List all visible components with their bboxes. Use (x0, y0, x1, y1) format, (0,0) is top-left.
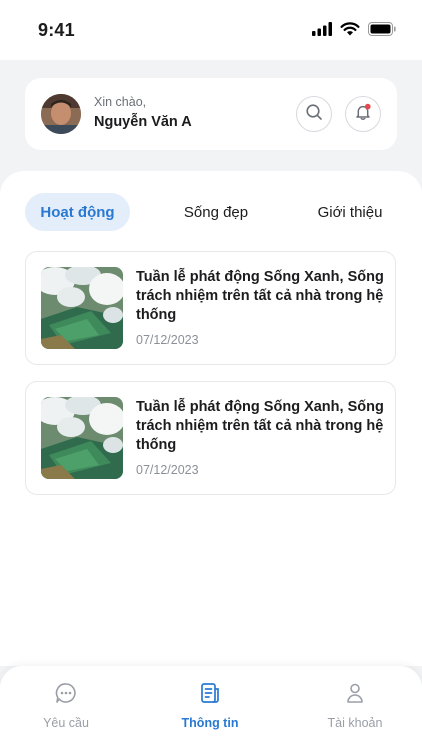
news-date: 07/12/2023 (136, 463, 199, 477)
content-panel: Hoạt động Sống đẹp Giới thiệu Tuần lễ ph… (0, 171, 422, 666)
greeting-text: Xin chào, (94, 95, 147, 109)
nav-label: Tài khoản (327, 716, 383, 730)
nav-item-thong-tin[interactable]: Thông tin (155, 681, 265, 730)
news-card[interactable]: Tuần lễ phát động Sống Xanh, Sống trách … (25, 251, 396, 365)
bottom-nav: Yêu cầu Thông tin Tài khoản (0, 666, 422, 750)
bell-icon (354, 103, 372, 126)
tab-hoat-dong[interactable]: Hoạt động (25, 193, 130, 231)
news-card[interactable]: Tuần lễ phát động Sống Xanh, Sống trách … (25, 381, 396, 495)
wifi-icon (340, 22, 360, 41)
greeting-card: Xin chào, Nguyễn Văn A (25, 78, 397, 150)
status-time: 9:41 (38, 20, 75, 40)
chat-bubble-icon (54, 681, 78, 707)
news-title: Tuần lễ phát động Sống Xanh, Sống trách … (136, 269, 384, 323)
document-icon (198, 681, 222, 707)
battery-icon (368, 22, 396, 41)
notification-button[interactable] (345, 96, 381, 132)
search-button[interactable] (296, 96, 332, 132)
tab-song-dep[interactable]: Sống đẹp (168, 193, 264, 231)
status-icons (312, 22, 396, 41)
signal-icon (312, 22, 332, 41)
status-bar: 9:41 (0, 0, 422, 60)
avatar[interactable] (41, 94, 81, 134)
news-thumbnail (41, 397, 123, 479)
search-icon (305, 103, 323, 126)
user-name: Nguyễn Văn A (94, 114, 192, 130)
news-date: 07/12/2023 (136, 333, 199, 347)
nav-item-tai-khoan[interactable]: Tài khoản (300, 681, 410, 730)
nav-label: Yêu cầu (43, 716, 89, 730)
nav-label: Thông tin (181, 716, 239, 730)
tab-gioi-thieu[interactable]: Giới thiệu (306, 193, 394, 231)
person-icon (343, 681, 367, 707)
nav-item-yeu-cau[interactable]: Yêu cầu (11, 681, 121, 730)
news-thumbnail (41, 267, 123, 349)
news-title: Tuần lễ phát động Sống Xanh, Sống trách … (136, 399, 384, 453)
